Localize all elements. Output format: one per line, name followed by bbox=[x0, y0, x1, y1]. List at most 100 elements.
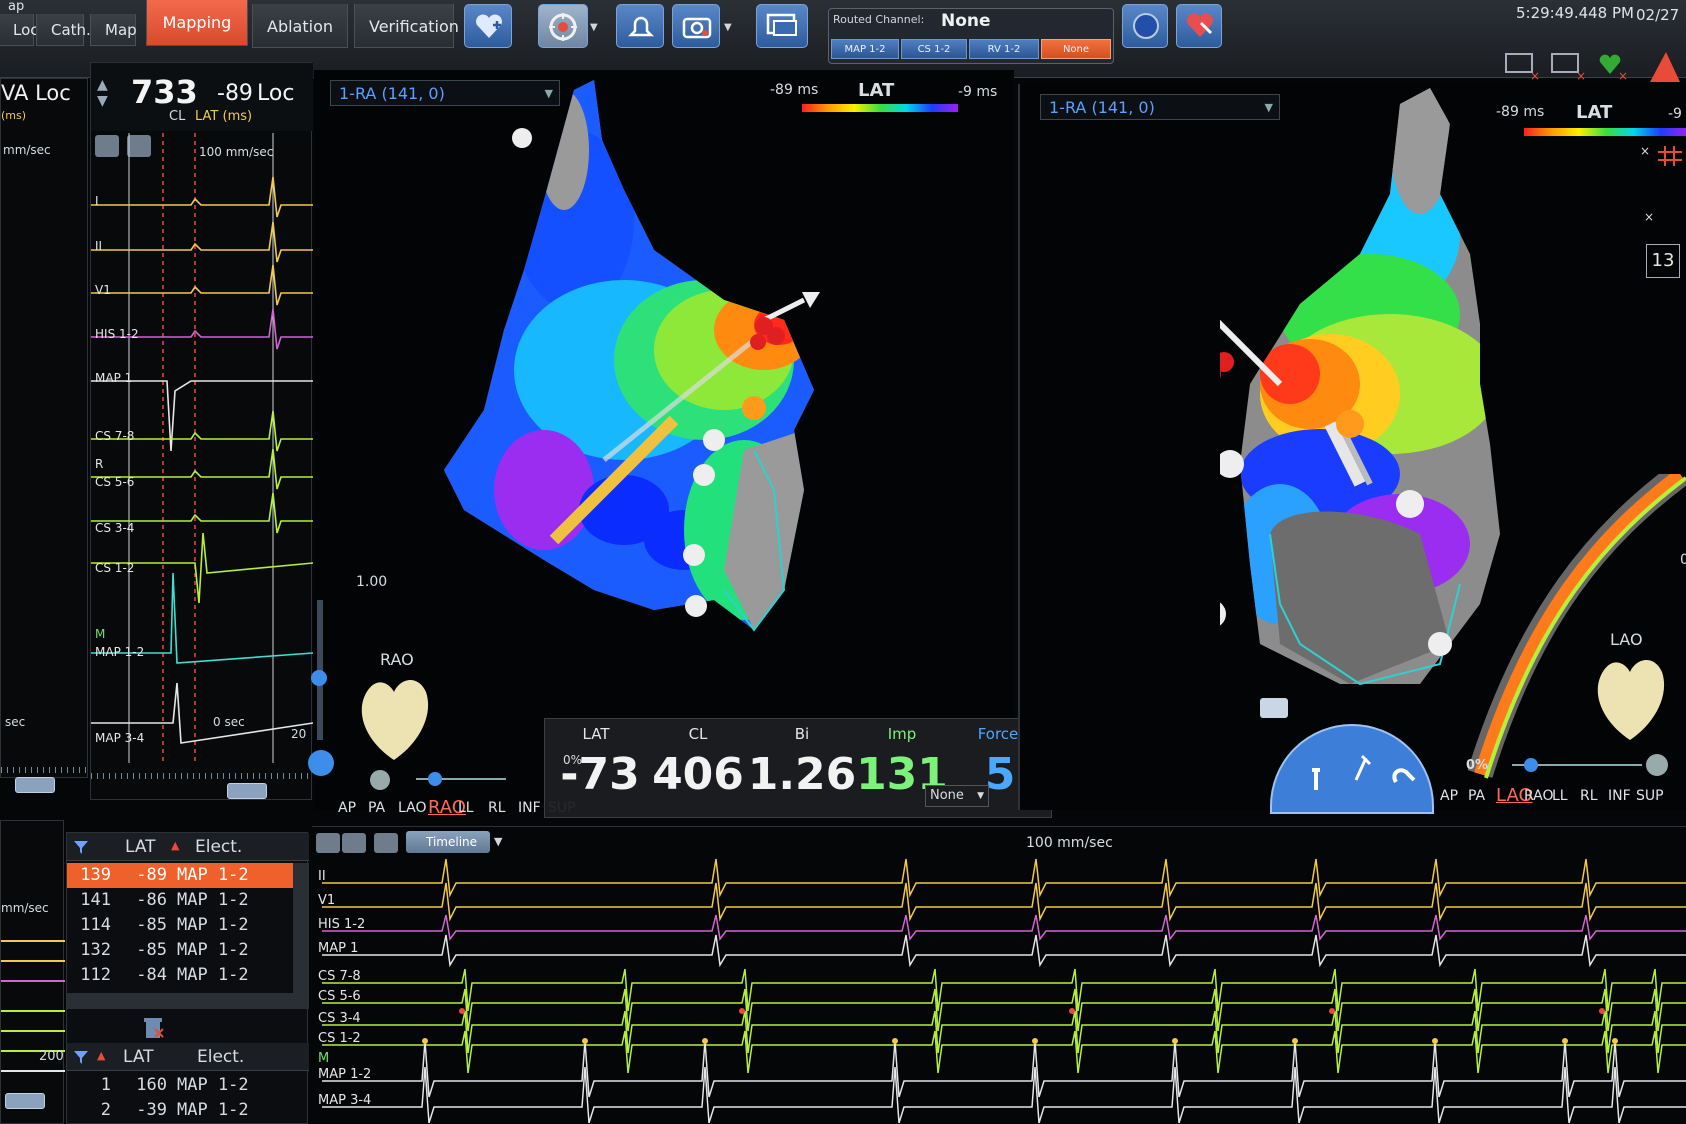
target-dropdown-chevron[interactable]: ▼ bbox=[590, 22, 598, 33]
heart-map-left[interactable] bbox=[424, 70, 884, 670]
bottom-channel-label: M bbox=[318, 1051, 330, 1066]
zoom-slider-thumb-left[interactable] bbox=[311, 670, 327, 686]
channel-none-button[interactable]: None bbox=[1041, 39, 1111, 59]
svg-text:×: × bbox=[1576, 69, 1586, 83]
record-button[interactable] bbox=[1122, 4, 1168, 48]
sort-up-icon: ▲ bbox=[171, 839, 180, 852]
va-loc-unit: (ms) bbox=[1, 109, 27, 122]
metric-value-lat: -73 bbox=[560, 749, 640, 800]
right-view-rao[interactable]: RAO bbox=[1524, 788, 1554, 804]
table-row[interactable]: 112 -84 MAP 1-2 bbox=[67, 963, 293, 988]
table-cell: 139 bbox=[80, 865, 111, 885]
table-cell: 1 bbox=[100, 1075, 111, 1095]
va-loc-title: VA Loc bbox=[1, 81, 71, 105]
table-row[interactable]: 114 -85 MAP 1-2 bbox=[67, 913, 293, 938]
channel-cs12-button[interactable]: CS 1-2 bbox=[901, 39, 967, 59]
bottom-waveforms bbox=[322, 858, 1686, 1124]
table-cell: -89 bbox=[136, 865, 167, 885]
tab-map[interactable]: Map bbox=[90, 14, 137, 46]
right-view-rl[interactable]: RL bbox=[1580, 788, 1598, 804]
camera-dropdown-chevron[interactable]: ▼ bbox=[724, 22, 732, 33]
table-cell: MAP 1-2 bbox=[177, 1075, 249, 1095]
channel-map12-button[interactable]: MAP 1-2 bbox=[831, 39, 899, 59]
left-view-rl[interactable]: RL bbox=[488, 800, 506, 816]
lat-table-scrollbar[interactable] bbox=[293, 863, 309, 993]
lat-table-hscroll[interactable] bbox=[67, 993, 309, 1009]
close-icon[interactable]: × bbox=[1644, 210, 1654, 224]
table-cell: 132 bbox=[80, 940, 111, 960]
table-row[interactable]: 2 -39 MAP 1-2 bbox=[67, 1098, 293, 1123]
chevron-down-icon: ▼ bbox=[977, 791, 984, 801]
lat-column-header[interactable]: LAT bbox=[125, 837, 156, 857]
heart-orientation-icon[interactable] bbox=[354, 670, 434, 765]
left-view-inf[interactable]: INF bbox=[518, 800, 541, 816]
tab-loc[interactable]: Loc. bbox=[0, 14, 43, 46]
table-cell: 2 bbox=[100, 1100, 111, 1120]
bottom-left-scroll[interactable] bbox=[5, 1093, 45, 1109]
bottom-left-strip: mm/sec 200 bbox=[0, 820, 65, 1124]
bottom-channel-label: CS 3-4 bbox=[318, 1011, 361, 1026]
right-view-ll[interactable]: LL bbox=[1552, 788, 1568, 804]
tab-mapping[interactable]: Mapping bbox=[146, 0, 248, 46]
heart-map-button[interactable] bbox=[1176, 4, 1222, 48]
camera-button[interactable] bbox=[672, 4, 720, 48]
svg-text:×: × bbox=[1530, 69, 1540, 83]
grid-icon[interactable] bbox=[1656, 144, 1684, 166]
right-view-inf[interactable]: INF bbox=[1608, 788, 1631, 804]
bottom-channel-label: MAP 3-4 bbox=[318, 1093, 372, 1108]
left-view-lao[interactable]: LAO bbox=[398, 800, 426, 816]
table-row[interactable]: 141 -86 MAP 1-2 bbox=[67, 888, 293, 913]
metric-value-bi: 1.26 bbox=[747, 749, 857, 800]
channel-rv12-button[interactable]: RV 1-2 bbox=[969, 39, 1039, 59]
cl-channel-label: M bbox=[95, 627, 106, 641]
tab-cath[interactable]: Cath. bbox=[36, 14, 91, 46]
table-cell: MAP 1-2 bbox=[177, 965, 249, 985]
elect-column-header[interactable]: Elect. bbox=[195, 837, 242, 857]
tab-verification[interactable]: Verification bbox=[354, 4, 459, 48]
bell-icon bbox=[627, 16, 655, 37]
left-view-ll[interactable]: LL bbox=[458, 800, 474, 816]
trash-icon[interactable] bbox=[141, 1015, 165, 1041]
right-view-sup[interactable]: SUP bbox=[1636, 788, 1664, 804]
left-view-pa[interactable]: PA bbox=[368, 800, 385, 816]
display-window-button[interactable] bbox=[756, 4, 808, 48]
tab-setup[interactable]: ap bbox=[0, 0, 34, 14]
va-scroll-button[interactable] bbox=[15, 777, 55, 793]
target-button[interactable] bbox=[538, 4, 588, 48]
close-icon[interactable]: × bbox=[1640, 144, 1650, 158]
right-view-pa[interactable]: PA bbox=[1468, 788, 1485, 804]
metric-dropdown[interactable]: None ▼ bbox=[925, 785, 989, 807]
cl-scroll-button[interactable] bbox=[227, 783, 267, 799]
bottom-left-scale: 200 bbox=[39, 1049, 64, 1064]
filter-icon[interactable] bbox=[73, 839, 89, 855]
elect-column-header-2[interactable]: Elect. bbox=[197, 1047, 244, 1067]
bottom-channel-label: V1 bbox=[318, 893, 336, 908]
heart-orientation-icon[interactable] bbox=[1590, 650, 1670, 745]
opacity-slider-thumb-left[interactable] bbox=[428, 772, 442, 786]
table-row[interactable]: 1 160 MAP 1-2 bbox=[67, 1073, 293, 1098]
table-cell: -84 bbox=[136, 965, 167, 985]
catheter-mode-button[interactable] bbox=[1260, 698, 1288, 718]
map-view-left[interactable]: 1-RA (141, 0) ▼ -89 ms LAT -9 ms 1.00 RA… bbox=[308, 70, 1014, 818]
view-reset-right[interactable] bbox=[1646, 754, 1668, 776]
routed-channel-value[interactable]: None bbox=[941, 11, 991, 31]
bell-button[interactable] bbox=[616, 4, 664, 48]
table-row[interactable]: 139 -89 MAP 1-2 bbox=[67, 863, 293, 888]
view-reset-left[interactable] bbox=[370, 770, 390, 790]
heart-add-button[interactable] bbox=[464, 4, 512, 48]
cl-channel-label: CS 3-4 bbox=[95, 521, 135, 535]
table-row[interactable]: 132 -85 MAP 1-2 bbox=[67, 938, 293, 963]
tab-ablation[interactable]: Ablation bbox=[252, 4, 348, 48]
metric-label-imp: Imp bbox=[887, 725, 917, 743]
bottom-channel-label: II bbox=[318, 869, 326, 884]
status-icons: × × × bbox=[1505, 52, 1680, 83]
opacity-slider-thumb-right[interactable] bbox=[1524, 758, 1538, 772]
point-count-badge[interactable]: 13 bbox=[1646, 244, 1680, 278]
left-view-ap[interactable]: AP bbox=[338, 800, 356, 816]
lat-column-header-2[interactable]: LAT bbox=[123, 1047, 154, 1067]
rotate-button-left[interactable] bbox=[308, 750, 334, 776]
right-view-ap[interactable]: AP bbox=[1440, 788, 1458, 804]
cl-channel-label: R bbox=[95, 457, 104, 471]
map-view-right[interactable]: 1-RA (141, 0) ▼ -89 ms LAT -9 × × 13 0 L… bbox=[1018, 84, 1686, 814]
filter-icon[interactable] bbox=[73, 1049, 89, 1065]
